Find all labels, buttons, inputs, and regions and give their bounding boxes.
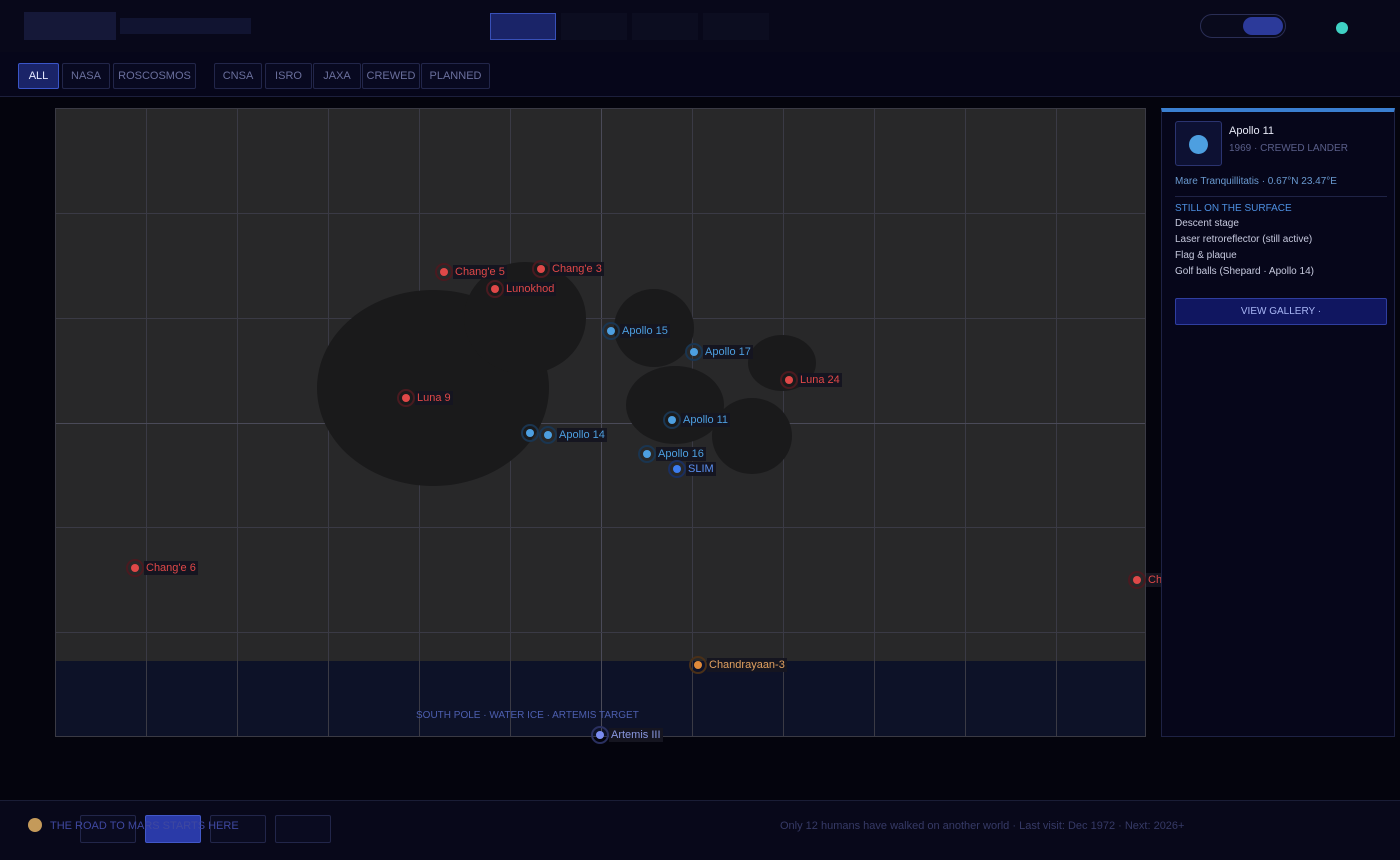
surface-item: Descent stage xyxy=(1175,218,1239,229)
nav-tab-1[interactable] xyxy=(490,13,556,40)
top-bar xyxy=(0,0,1400,52)
footer-button-4[interactable] xyxy=(275,815,331,843)
view-toggle[interactable] xyxy=(1200,14,1286,38)
surface-item: Golf balls (Shepard · Apollo 14) xyxy=(1175,266,1314,277)
lander-dot-icon xyxy=(491,285,499,293)
detail-panel: Apollo 11 1969 · CREWED LANDER Mare Tran… xyxy=(1161,108,1395,737)
lander-dot-icon xyxy=(668,416,676,424)
lander-dot-icon xyxy=(673,465,681,473)
filter-jaxa[interactable]: JAXA xyxy=(313,63,361,89)
surface-heading: STILL ON THE SURFACE xyxy=(1175,203,1292,214)
divider xyxy=(1175,196,1387,197)
map-surface xyxy=(56,109,1145,736)
maria-shapes xyxy=(317,262,816,486)
lander-dot-icon xyxy=(537,265,545,273)
filter-cnsa[interactable]: CNSA xyxy=(214,63,262,89)
filter-crewed[interactable]: CREWED xyxy=(362,63,420,89)
toggle-knob xyxy=(1243,17,1283,35)
view-gallery-button[interactable]: VIEW GALLERY · xyxy=(1175,298,1387,325)
lander-dot-icon xyxy=(694,661,702,669)
filter-bar: ALL NASA ROSCOSMOS CNSA ISRO JAXA CREWED… xyxy=(0,52,1400,97)
filter-roscosmos[interactable]: ROSCOSMOS xyxy=(113,63,196,89)
detail-subtitle: 1969 · CREWED LANDER xyxy=(1229,143,1348,154)
nav-tab-4[interactable] xyxy=(703,13,769,40)
mare-nectaris xyxy=(712,398,792,474)
lander-dot-icon xyxy=(607,327,615,335)
filter-isro[interactable]: ISRO xyxy=(265,63,312,89)
detail-title: Apollo 11 xyxy=(1229,125,1275,137)
app-logo xyxy=(24,12,116,40)
lander-dot-icon xyxy=(785,376,793,384)
map-grid xyxy=(56,109,1145,736)
bottom-bar: THE ROAD TO MARS STARTS HERE Only 12 hum… xyxy=(0,800,1400,860)
lander-dot-icon xyxy=(131,564,139,572)
nav-tab-2[interactable] xyxy=(561,13,627,40)
surface-item: Flag & plaque xyxy=(1175,250,1237,261)
detail-location: Mare Tranquillitatis · 0.67°N 23.47°E xyxy=(1175,176,1337,187)
lunar-map[interactable]: Chang'e 5 Chang'e 3 Lunokhod Apollo 15 A… xyxy=(55,108,1146,737)
planet-icon xyxy=(28,818,42,832)
filter-all[interactable]: ALL xyxy=(18,63,59,89)
lander-dot-icon xyxy=(526,429,534,437)
status-indicator-icon xyxy=(1336,22,1348,34)
footer-tagline: THE ROAD TO MARS STARTS HERE xyxy=(50,820,239,832)
surface-item: Laser retroreflector (still active) xyxy=(1175,234,1313,245)
lander-dot-icon xyxy=(643,450,651,458)
filter-planned[interactable]: PLANNED xyxy=(421,63,490,89)
lander-dot-icon xyxy=(402,394,410,402)
lander-dot-icon xyxy=(440,268,448,276)
nav-tab-3[interactable] xyxy=(632,13,698,40)
mare-tranquillitatis xyxy=(626,366,724,444)
filter-nasa[interactable]: NASA xyxy=(62,63,110,89)
mission-icon xyxy=(1189,135,1208,154)
mission-thumbnail xyxy=(1175,121,1222,166)
app-title xyxy=(120,18,251,34)
lander-dot-icon xyxy=(596,731,604,739)
lander-dot-icon xyxy=(1133,576,1141,584)
south-pole-label: SOUTH POLE · WATER ICE · ARTEMIS TARGET xyxy=(416,710,639,721)
lander-dot-icon xyxy=(690,348,698,356)
lander-dot-icon xyxy=(544,431,552,439)
footer-note: Only 12 humans have walked on another wo… xyxy=(780,820,1185,832)
